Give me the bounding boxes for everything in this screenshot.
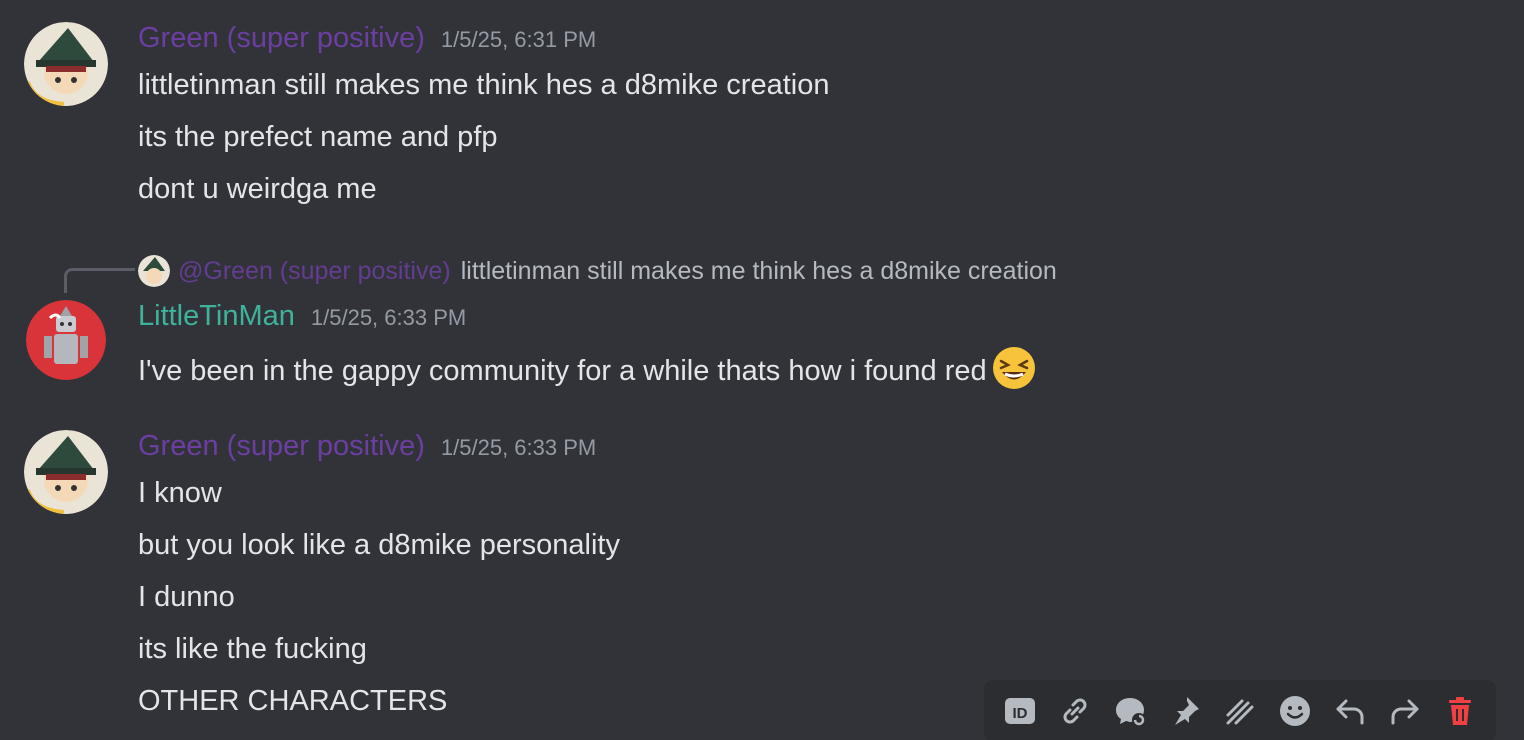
username[interactable]: LittleTinMan	[138, 300, 295, 333]
reply-author[interactable]: @Green (super positive)	[178, 257, 451, 286]
forward-icon[interactable]	[1384, 690, 1426, 732]
username[interactable]: Green (super positive)	[138, 22, 425, 55]
reply-icon[interactable]	[1329, 690, 1371, 732]
timestamp: 1/5/25, 6:33 PM	[440, 435, 597, 460]
reaction-icon[interactable]	[1274, 690, 1316, 732]
username[interactable]: Green (super positive)	[138, 430, 425, 463]
message-text: but you look like a d8mike personality	[138, 529, 620, 561]
link-icon[interactable]	[1054, 690, 1096, 732]
message-text: dont u weirdga me	[138, 173, 377, 205]
reply-preview[interactable]: @Green (super positive) littletinman sti…	[138, 254, 1057, 288]
avatar[interactable]	[24, 430, 108, 514]
message-text: I've been in the gappy community for a w…	[138, 355, 987, 388]
delete-icon[interactable]	[1439, 690, 1481, 732]
mark-unread-icon[interactable]	[1219, 690, 1261, 732]
message-text: I know	[138, 477, 222, 509]
message-text: littletinman still makes me think hes a …	[138, 69, 830, 101]
reply-text: littletinman still makes me think hes a …	[460, 256, 1057, 285]
message-text: its the prefect name and pfp	[138, 121, 498, 153]
reply-spine	[64, 268, 135, 293]
message-text: OTHER CHARACTERS	[138, 685, 448, 717]
chat-view: Green (super positive) 1/5/25, 6:31 PM l…	[0, 0, 1524, 740]
message-text-container: I've been in the gappy community for a w…	[138, 345, 1037, 400]
avatar[interactable]	[24, 22, 108, 106]
reply-avatar	[138, 255, 170, 287]
avatar[interactable]	[26, 300, 106, 380]
id-icon[interactable]: ID	[999, 690, 1041, 732]
timestamp: 1/5/25, 6:33 PM	[310, 305, 467, 330]
laughing-squint-emoji[interactable]	[991, 345, 1037, 400]
message-text: its like the fucking	[138, 633, 367, 665]
pin-icon[interactable]	[1164, 690, 1206, 732]
svg-text:ID: ID	[1012, 705, 1027, 722]
message-action-toolbar: ID	[984, 680, 1496, 740]
message-text: I dunno	[138, 581, 235, 613]
thread-icon[interactable]	[1109, 690, 1151, 732]
timestamp: 1/5/25, 6:31 PM	[440, 27, 597, 52]
